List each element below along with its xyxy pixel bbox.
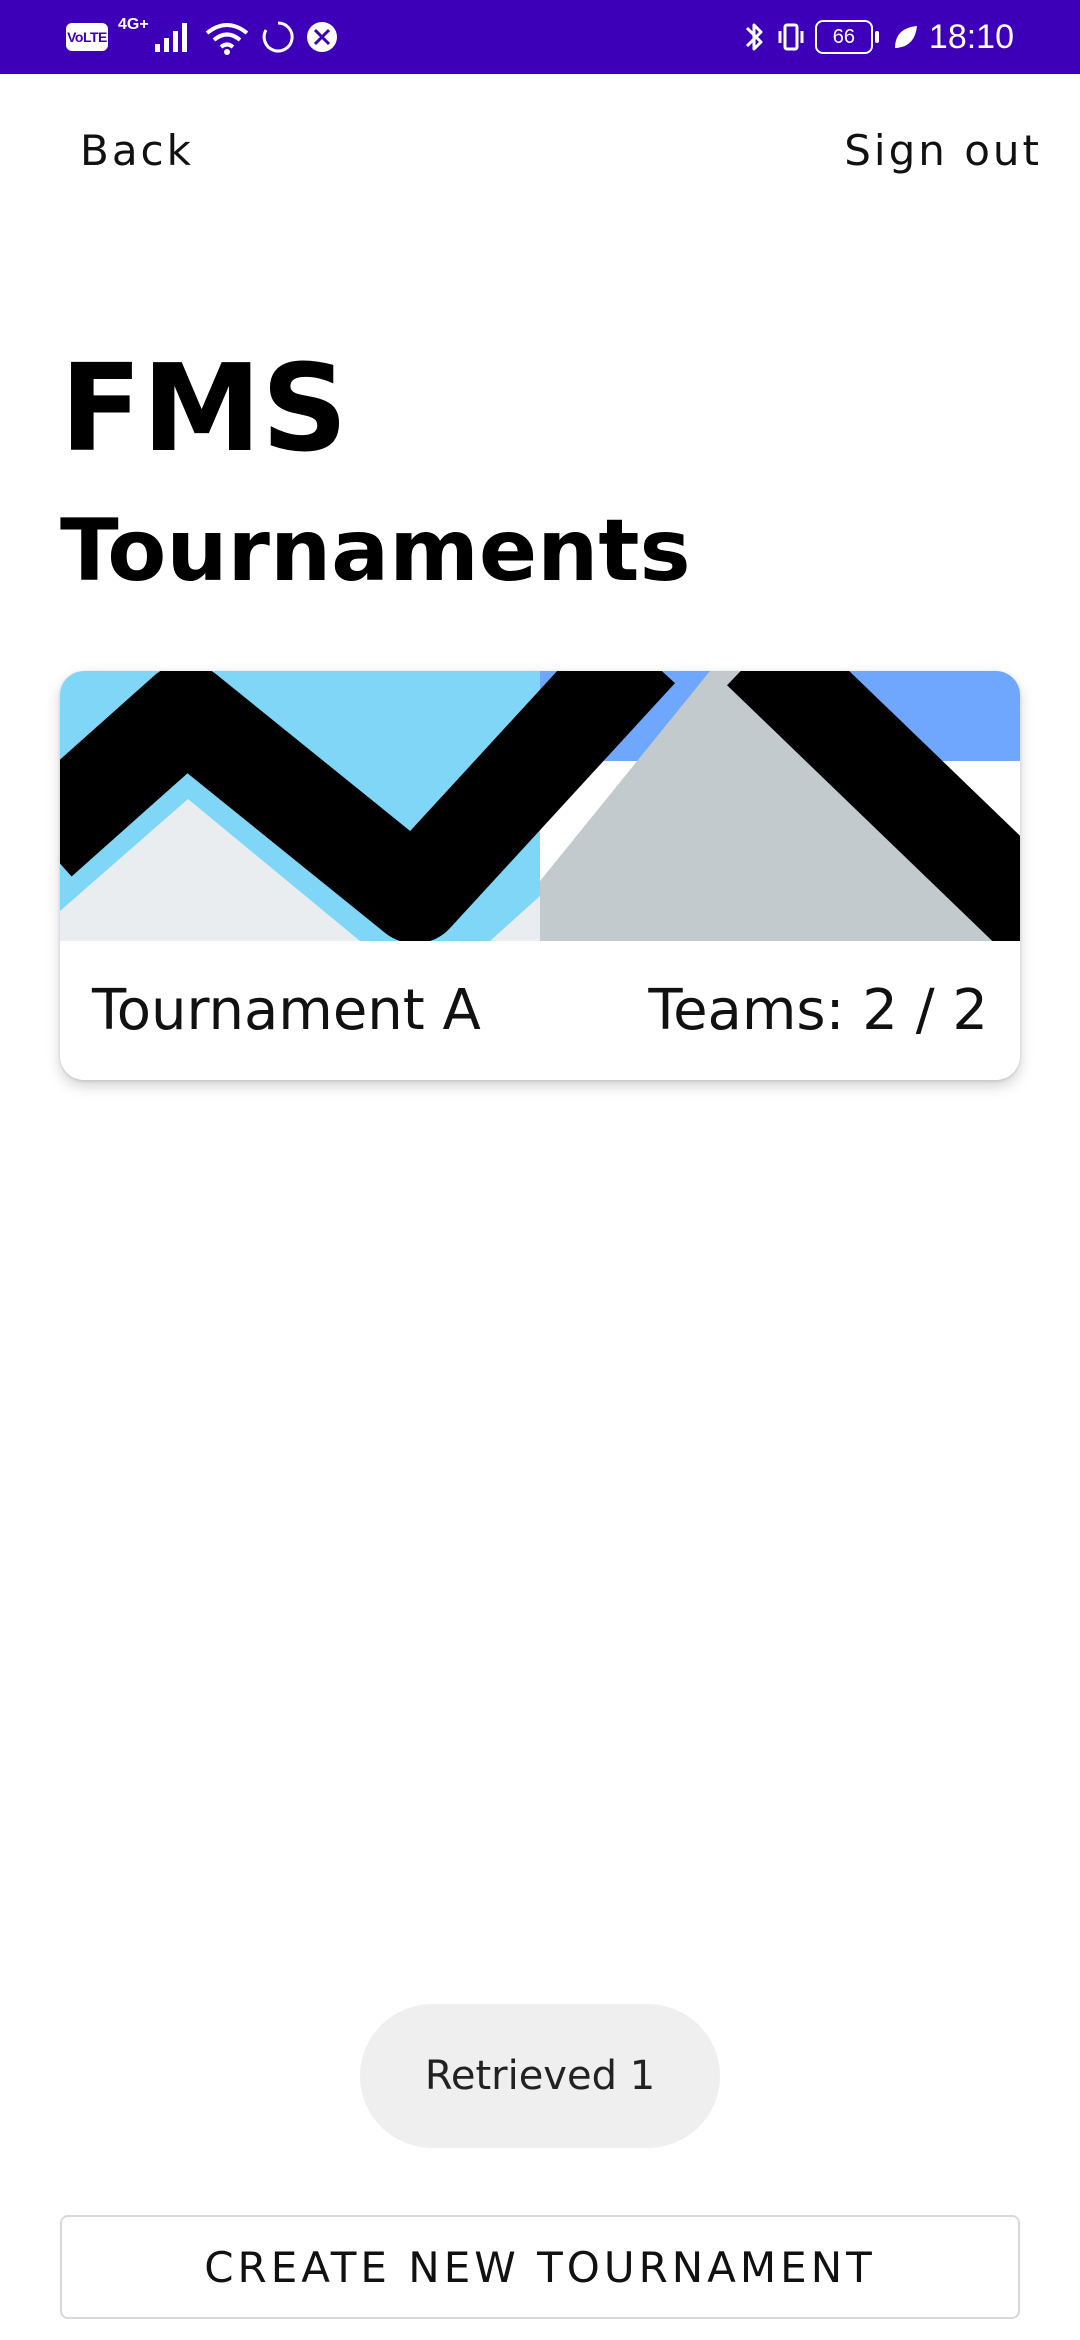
battery-level: 66 xyxy=(832,25,856,48)
sync-icon xyxy=(261,17,295,57)
tournament-image-placeholder-icon xyxy=(60,671,1020,941)
top-actions: Back Sign out xyxy=(0,110,1080,190)
tournament-teams-count: Teams: 2 / 2 xyxy=(648,978,988,1043)
network-type-label: 4G+ xyxy=(118,16,149,33)
bluetooth-icon xyxy=(743,17,767,57)
leaf-icon xyxy=(891,17,919,57)
app-icon xyxy=(305,17,339,57)
create-tournament-button[interactable]: CREATE NEW TOURNAMENT xyxy=(60,2215,1020,2319)
status-bar-right: 66 18:10 xyxy=(743,0,1014,74)
tournament-card[interactable]: Tournament A Teams: 2 / 2 xyxy=(60,671,1020,1080)
wifi-icon xyxy=(203,17,251,57)
status-bar: VoLTE 4G+ 66 18:10 xyxy=(0,0,1080,74)
sign-out-button[interactable]: Sign out xyxy=(844,110,1042,190)
signal-icon xyxy=(153,17,193,57)
back-button[interactable]: Back xyxy=(80,110,194,190)
vibrate-icon xyxy=(777,17,805,57)
status-bar-time: 18:10 xyxy=(928,17,1014,56)
tournament-card-footer: Tournament A Teams: 2 / 2 xyxy=(60,941,1020,1080)
tournament-name: Tournament A xyxy=(92,978,481,1043)
toast-message: Retrieved 1 xyxy=(360,2004,720,2148)
page-title: Tournaments xyxy=(60,501,691,601)
volte-badge: VoLTE xyxy=(66,23,108,51)
app-title: FMS xyxy=(60,340,348,479)
app-screen: VoLTE 4G+ 66 18:10 Back Sign out FMS Tou… xyxy=(0,0,1080,2340)
battery-icon: 66 xyxy=(814,20,879,54)
status-bar-left: VoLTE 4G+ xyxy=(66,0,339,74)
